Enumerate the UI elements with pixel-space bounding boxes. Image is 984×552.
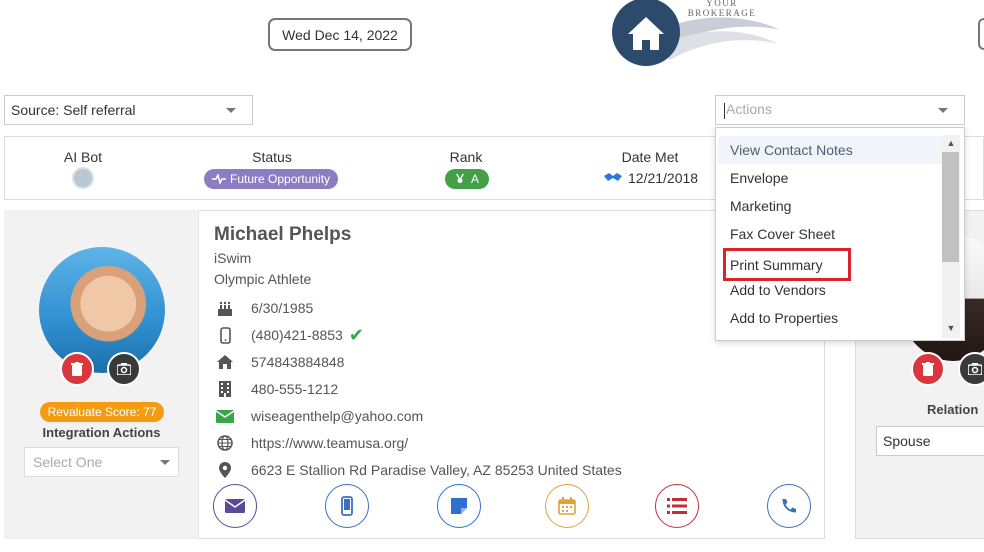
handshake-icon — [604, 173, 622, 181]
phone-icon — [782, 499, 796, 513]
chevron-down-icon — [160, 459, 170, 465]
ai-bot-icon[interactable] — [72, 167, 94, 189]
delete-photo-button[interactable] — [60, 352, 94, 386]
menu-item-fax-cover-sheet[interactable]: Fax Cover Sheet — [718, 220, 942, 248]
mobile-row: (480)421-8853 ✔ — [214, 324, 364, 346]
contact-job-title: Olympic Athlete — [214, 271, 312, 287]
birthday-cake-icon — [214, 299, 236, 317]
email-value[interactable]: wiseagenthelp@yahoo.com — [251, 408, 423, 424]
rank-label: Rank — [449, 149, 483, 165]
text-cursor — [724, 102, 725, 119]
contact-company: iSwim — [214, 250, 252, 266]
call-contact-button[interactable] — [767, 484, 811, 528]
verified-check-icon: ✔ — [348, 324, 364, 345]
actions-select[interactable]: Actions — [715, 95, 965, 125]
logo-text: YOUR BROKERAGE — [687, 0, 757, 18]
mobile-phone-icon — [341, 496, 353, 516]
chevron-down-icon — [226, 107, 236, 113]
map-pin-icon — [214, 461, 236, 479]
integration-actions-select[interactable]: Select One — [24, 447, 179, 477]
add-note-button[interactable] — [437, 484, 481, 528]
date-display: Wed Dec 14, 2022 — [268, 18, 412, 51]
add-task-button[interactable] — [655, 484, 699, 528]
menu-item-view-contact-notes[interactable]: View Contact Notes — [718, 136, 942, 164]
camera-icon — [117, 363, 131, 375]
sticky-note-icon — [451, 498, 467, 514]
menu-item-add-to-properties[interactable]: Add to Properties — [718, 304, 942, 332]
address-row: 6623 E Stallion Rd Paradise Valley, AZ 8… — [214, 459, 622, 481]
website-row: https://www.teamusa.org/ — [214, 432, 408, 454]
header-edge-button[interactable] — [978, 18, 984, 50]
address-value[interactable]: 6623 E Stallion Rd Paradise Valley, AZ 8… — [251, 462, 622, 478]
menu-item-envelope[interactable]: Envelope — [718, 164, 942, 192]
home-icon — [214, 353, 236, 371]
rank-badge[interactable]: A — [445, 169, 489, 189]
menu-item-add-to-vendors[interactable]: Add to Vendors — [718, 276, 942, 304]
send-text-button[interactable] — [325, 484, 369, 528]
actions-dropdown-menu: View Contact Notes Envelope Marketing Fa… — [715, 127, 965, 341]
revaluate-score-badge[interactable]: Revaluate Score: 77 — [40, 402, 164, 422]
chevron-down-icon — [938, 107, 948, 113]
contact-name: Michael Phelps — [214, 224, 352, 245]
integration-actions-placeholder: Select One — [33, 454, 103, 470]
mobile-value[interactable]: (480)421-8853 — [251, 327, 343, 343]
birthday-value: 6/30/1985 — [251, 300, 314, 316]
dropdown-scroll-thumb[interactable] — [942, 152, 959, 262]
rank-badge-label: A — [470, 172, 479, 186]
email-envelope-icon — [214, 407, 236, 425]
camera-icon — [968, 363, 982, 375]
actions-select-placeholder: Actions — [724, 101, 772, 119]
birthday-row: 6/30/1985 — [214, 297, 313, 319]
website-value[interactable]: https://www.teamusa.org/ — [251, 435, 408, 451]
scroll-down-arrow-icon[interactable]: ▼ — [942, 320, 960, 336]
mobile-phone-icon — [214, 326, 236, 344]
email-row: wiseagenthelp@yahoo.com — [214, 405, 423, 427]
trash-icon — [922, 362, 934, 376]
relation-label: Relation — [927, 402, 979, 417]
envelope-icon — [225, 499, 245, 513]
status-badge[interactable]: Future Opportunity — [204, 169, 339, 189]
send-email-button[interactable] — [213, 484, 257, 528]
globe-icon — [214, 434, 236, 452]
date-met-label: Date Met — [621, 149, 679, 165]
menu-item-marketing[interactable]: Marketing — [718, 192, 942, 220]
relation-type-field[interactable]: Spouse — [876, 426, 984, 456]
office-phone-row: 480-555-1212 — [214, 378, 338, 400]
task-list-icon — [667, 498, 687, 514]
date-met-value: 12/21/2018 — [628, 170, 699, 186]
integration-actions-label: Integration Actions — [42, 425, 161, 440]
status-badge-label: Future Opportunity — [230, 172, 331, 186]
relation-change-photo-button[interactable] — [958, 352, 984, 386]
contact-avatar — [39, 247, 165, 373]
pulse-icon — [212, 174, 226, 184]
change-photo-button[interactable] — [107, 352, 141, 386]
medal-icon — [456, 173, 464, 184]
source-select-value: Source: Self referral — [11, 102, 136, 118]
home-phone-row: 574843884848 — [214, 351, 344, 373]
office-phone-value[interactable]: 480-555-1212 — [251, 381, 338, 397]
scroll-up-arrow-icon[interactable]: ▲ — [942, 135, 960, 151]
home-phone-value[interactable]: 574843884848 — [251, 354, 344, 370]
add-calendar-event-button[interactable] — [545, 484, 589, 528]
date-met-value-row: 12/21/2018 — [604, 170, 698, 186]
relation-delete-photo-button[interactable] — [911, 352, 945, 386]
office-building-icon — [214, 380, 236, 398]
status-label: Status — [252, 149, 292, 165]
calendar-icon — [558, 497, 576, 515]
trash-icon — [71, 362, 83, 376]
ai-bot-label: AI Bot — [63, 149, 103, 165]
source-select[interactable]: Source: Self referral — [4, 95, 253, 125]
